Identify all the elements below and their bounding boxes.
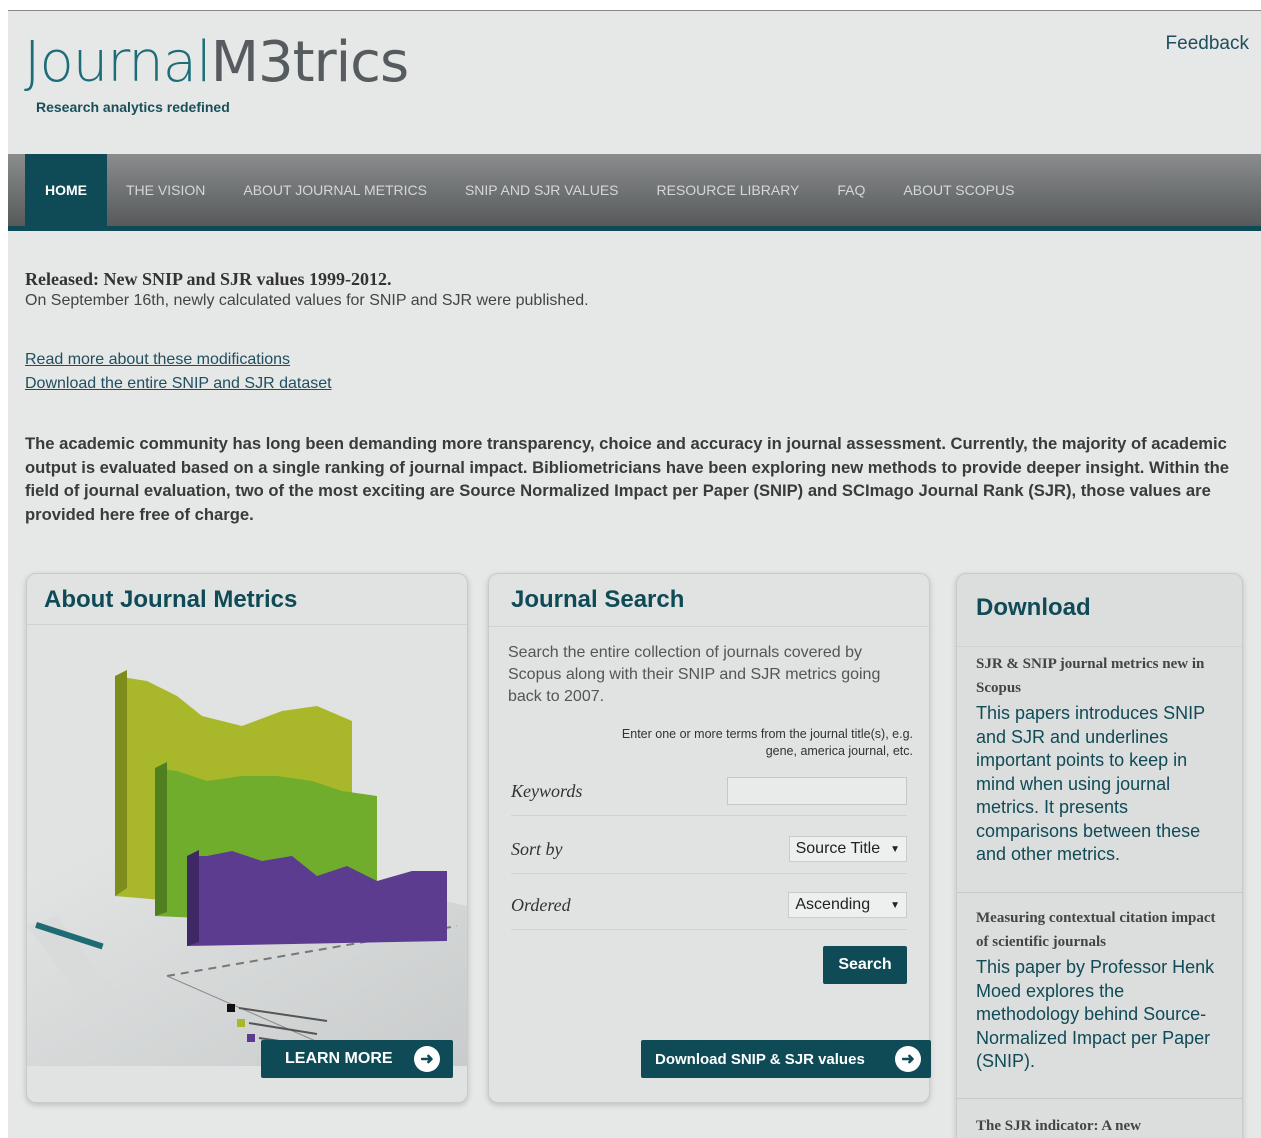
sortby-select[interactable]: Source Title ▼ <box>788 836 907 862</box>
learn-more-button[interactable]: LEARN MORE ➜ <box>261 1040 453 1078</box>
download-item[interactable]: Measuring contextual citation impact of … <box>976 906 1226 1074</box>
chart-series-green-back-side <box>115 670 127 896</box>
intro-section: Released: New SNIP and SJR values 1999-2… <box>25 269 1245 526</box>
journal-search-panel: Journal Search Search the entire collect… <box>488 573 931 1103</box>
download-item-desc: This paper by Professor Henk Moed explor… <box>976 957 1215 1071</box>
legend-swatch-2 <box>237 1019 245 1027</box>
about-panel-divider <box>27 624 467 625</box>
page: JournalM3trics Research analytics redefi… <box>8 10 1261 1138</box>
search-description: Search the entire collection of journals… <box>508 644 881 705</box>
chart-series-purple-side <box>187 850 199 946</box>
chart-series-green-front-side <box>155 762 167 916</box>
ordered-row: Ordered Ascending ▼ <box>511 880 907 930</box>
main-nav: HOME THE VISION ABOUT JOURNAL METRICS SN… <box>8 154 1261 231</box>
chart-illustration <box>27 626 467 1066</box>
ordered-separator <box>511 929 907 930</box>
download-snip-sjr-button[interactable]: Download SNIP & SJR values ➜ <box>641 1040 931 1078</box>
about-journal-metrics-panel: About Journal Metrics LEARN MORE ➜ <box>26 573 468 1103</box>
search-panel-title: Journal Search <box>511 586 685 613</box>
logo-title: JournalM3trics <box>24 30 409 95</box>
nav-resource-library[interactable]: RESOURCE LIBRARY <box>638 154 819 226</box>
logo-tagline: Research analytics redefined <box>36 99 230 115</box>
nav-faq[interactable]: FAQ <box>818 154 884 226</box>
ordered-label: Ordered <box>511 894 571 915</box>
keywords-separator <box>511 815 907 816</box>
intro-description: The academic community has long been dem… <box>25 434 1230 524</box>
sortby-label: Sort by <box>511 838 563 859</box>
sortby-value: Source Title <box>795 840 881 857</box>
download-panel-title: Download <box>976 594 1091 621</box>
feedback-link[interactable]: Feedback <box>1166 33 1249 55</box>
download-separator <box>957 1098 1242 1099</box>
nav-about-journal-metrics[interactable]: ABOUT JOURNAL METRICS <box>224 154 446 226</box>
download-item[interactable]: The SJR indicator: A new <box>976 1114 1226 1138</box>
logo-journal: Journal <box>24 30 212 95</box>
arrow-right-icon: ➜ <box>414 1046 440 1072</box>
download-dataset-link[interactable]: Download the entire SNIP and SJR dataset <box>25 372 1245 396</box>
sortby-separator <box>511 873 907 874</box>
keywords-label: Keywords <box>511 780 583 801</box>
download-item-desc: This papers introduces SNIP and SJR and … <box>976 703 1205 864</box>
release-title: Released: New SNIP and SJR values 1999-2… <box>25 269 392 289</box>
learn-more-label: LEARN MORE <box>285 1050 393 1067</box>
download-snip-sjr-label: Download SNIP & SJR values <box>655 1050 865 1068</box>
journal-metrics-logo[interactable]: JournalM3trics Research analytics redefi… <box>24 30 409 116</box>
ordered-value: Ascending <box>795 896 871 913</box>
search-panel-divider <box>489 626 929 627</box>
nav-home[interactable]: HOME <box>25 154 107 226</box>
chevron-down-icon: ▼ <box>890 843 900 855</box>
3d-chart-illustration-icon <box>27 670 467 1066</box>
download-item-title: SJR & SNIP journal metrics new in Scopus <box>976 656 1205 696</box>
search-button[interactable]: Search <box>823 946 907 984</box>
nav-about-scopus[interactable]: ABOUT SCOPUS <box>884 154 1033 226</box>
chevron-down-icon: ▼ <box>890 899 900 911</box>
about-panel-title: About Journal Metrics <box>44 586 298 613</box>
read-more-link[interactable]: Read more about these modifications <box>25 348 1245 372</box>
ordered-select[interactable]: Ascending ▼ <box>788 892 907 918</box>
download-item-title: The SJR indicator: A new <box>976 1118 1142 1134</box>
logo-metrics: M3trics <box>210 30 409 95</box>
intro-links: Read more about these modifications Down… <box>25 348 1245 396</box>
nav-snip-sjr-values[interactable]: SNIP AND SJR VALUES <box>446 154 638 226</box>
keywords-input[interactable] <box>727 777 907 805</box>
search-hint: Enter one or more terms from the journal… <box>621 727 913 758</box>
legend-swatch-3 <box>247 1034 255 1042</box>
download-item-title: Measuring contextual citation impact of … <box>976 910 1216 950</box>
nav-the-vision[interactable]: THE VISION <box>107 154 224 226</box>
legend-swatch-1 <box>227 1004 235 1012</box>
release-text: On September 16th, newly calculated valu… <box>25 292 589 309</box>
download-panel-divider <box>957 646 1242 647</box>
keywords-row: Keywords <box>511 766 907 816</box>
download-panel: Download SJR & SNIP journal metrics new … <box>956 573 1243 1138</box>
download-separator <box>957 892 1242 893</box>
sortby-row: Sort by Source Title ▼ <box>511 824 907 874</box>
download-item[interactable]: SJR & SNIP journal metrics new in Scopus… <box>976 652 1226 867</box>
arrow-right-icon: ➜ <box>895 1046 921 1072</box>
